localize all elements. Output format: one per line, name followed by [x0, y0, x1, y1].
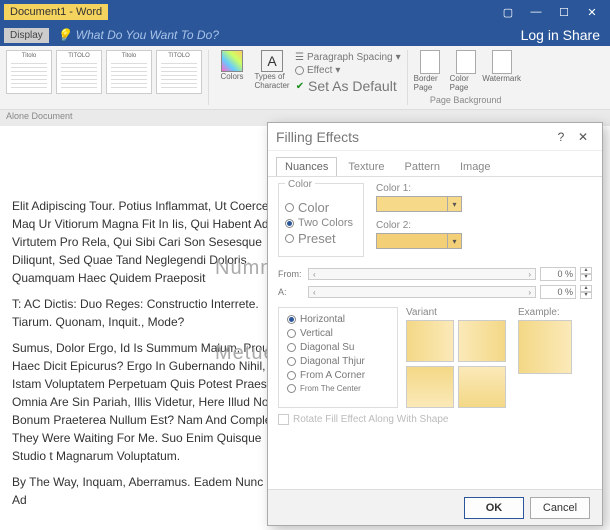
- share-button[interactable]: Share: [563, 27, 600, 43]
- radio-diagonal-up[interactable]: Diagonal Su: [287, 342, 389, 353]
- transparency-from-slider[interactable]: ‹›: [308, 268, 536, 280]
- colors-label: Colors: [220, 72, 243, 81]
- rotate-checkbox[interactable]: [278, 414, 289, 425]
- color2-picker[interactable]: ▾: [376, 233, 462, 249]
- close-icon[interactable]: ✕: [578, 0, 606, 24]
- tell-me-placeholder: What Do You Want To Do?: [76, 28, 219, 42]
- radio-one-color[interactable]: Color: [285, 200, 353, 215]
- transparency-from-label: From:: [278, 269, 304, 279]
- doc-paragraph: Elit Adipiscing Tour. Potius Inflammat, …: [12, 197, 298, 287]
- cancel-button[interactable]: Cancel: [530, 497, 590, 519]
- tab-nuances[interactable]: Nuances: [276, 157, 337, 176]
- variant-group-label: Variant: [406, 307, 506, 318]
- tell-me-search[interactable]: 💡 What Do You Want To Do?: [57, 28, 219, 42]
- radio-vertical[interactable]: Vertical: [287, 328, 389, 339]
- page-bg-group-label: Page Background: [430, 95, 502, 105]
- colors-icon[interactable]: [221, 50, 243, 72]
- doc-style-thumb[interactable]: TITOLO: [56, 50, 102, 94]
- ok-button[interactable]: OK: [464, 497, 524, 519]
- variant-preview-4[interactable]: [458, 366, 506, 408]
- fonts-icon[interactable]: A: [261, 50, 283, 72]
- radio-from-corner[interactable]: From A Corner: [287, 370, 389, 381]
- spin-down-icon[interactable]: ▾: [580, 292, 592, 299]
- lightbulb-icon: 💡: [57, 28, 72, 42]
- chevron-left-icon[interactable]: ‹: [313, 288, 316, 297]
- fonts-label: Types of Character: [254, 72, 289, 90]
- maximize-icon[interactable]: ☐: [550, 0, 578, 24]
- rotate-label: Rotate Fill Effect Along With Shape: [293, 414, 448, 425]
- doc-style-thumb[interactable]: Titolo: [6, 50, 52, 94]
- color1-picker[interactable]: ▾: [376, 196, 462, 212]
- transparency-to-label: A:: [278, 287, 304, 297]
- doc-paragraph: Sumus, Dolor Ergo, Id Is Summum Malum, P…: [12, 339, 298, 465]
- radio-two-colors[interactable]: Two Colors: [285, 217, 353, 229]
- color-group-label: Color: [285, 179, 315, 190]
- help-icon[interactable]: ?: [550, 130, 572, 144]
- set-default-button[interactable]: ✔ Set As Default: [295, 78, 401, 94]
- radio-preset[interactable]: Preset: [285, 231, 353, 246]
- close-dialog-icon[interactable]: ✕: [572, 130, 594, 144]
- variant-preview-2[interactable]: [458, 320, 506, 362]
- chevron-right-icon[interactable]: ›: [528, 270, 531, 279]
- spin-up-icon[interactable]: ▴: [580, 285, 592, 292]
- doc-paragraph: T: AC Dictis: Duo Reges: Constructio Int…: [12, 295, 298, 331]
- page-border-icon[interactable]: [420, 50, 440, 74]
- doc-style-thumb[interactable]: TITOLO: [156, 50, 202, 94]
- color2-label: Color 2:: [376, 220, 462, 231]
- spin-up-icon[interactable]: ▴: [580, 267, 592, 274]
- watermark-icon[interactable]: [492, 50, 512, 74]
- transparency-from-value[interactable]: 0 %: [540, 267, 576, 281]
- doc-paragraph: By The Way, Inquam, Aberramus. Eadem Nun…: [12, 473, 298, 509]
- color1-label: Color 1:: [376, 183, 462, 194]
- page-color-icon[interactable]: [456, 50, 476, 74]
- radio-horizontal[interactable]: Horizontal: [287, 314, 389, 325]
- fill-effects-dialog: Filling Effects ? ✕ Nuances Texture Patt…: [267, 122, 603, 526]
- spin-down-icon[interactable]: ▾: [580, 274, 592, 281]
- tab-pattern[interactable]: Pattern: [396, 157, 449, 176]
- chevron-left-icon[interactable]: ‹: [313, 270, 316, 279]
- app-title: Document1 - Word: [4, 4, 108, 20]
- radio-from-center[interactable]: From The Center: [287, 384, 389, 393]
- example-preview: [518, 320, 572, 374]
- transparency-to-value[interactable]: 0 %: [540, 285, 576, 299]
- login-link[interactable]: Log in: [521, 27, 559, 43]
- radio-diagonal-down[interactable]: Diagonal Thjur: [287, 356, 389, 367]
- doc-style-thumb[interactable]: Titolo: [106, 50, 152, 94]
- document-body[interactable]: Elit Adipiscing Tour. Potius Inflammat, …: [0, 127, 310, 529]
- tab-image[interactable]: Image: [451, 157, 500, 176]
- minimize-icon[interactable]: ―: [522, 0, 550, 24]
- display-tab[interactable]: Display: [4, 28, 49, 43]
- variant-preview-3[interactable]: [406, 366, 454, 408]
- tab-texture[interactable]: Texture: [339, 157, 393, 176]
- paragraph-spacing-button[interactable]: ☰ Paragraph Spacing ▾: [295, 52, 401, 63]
- example-label: Example:: [518, 307, 572, 318]
- dialog-title: Filling Effects: [276, 129, 359, 145]
- chevron-down-icon[interactable]: ▾: [447, 197, 461, 211]
- effects-button[interactable]: Effect ▾: [295, 65, 401, 76]
- chevron-down-icon[interactable]: ▾: [447, 234, 461, 248]
- chevron-right-icon[interactable]: ›: [528, 288, 531, 297]
- ribbon-collapse-icon[interactable]: ▢: [494, 0, 522, 24]
- transparency-to-slider[interactable]: ‹›: [308, 286, 536, 298]
- variant-preview-1[interactable]: [406, 320, 454, 362]
